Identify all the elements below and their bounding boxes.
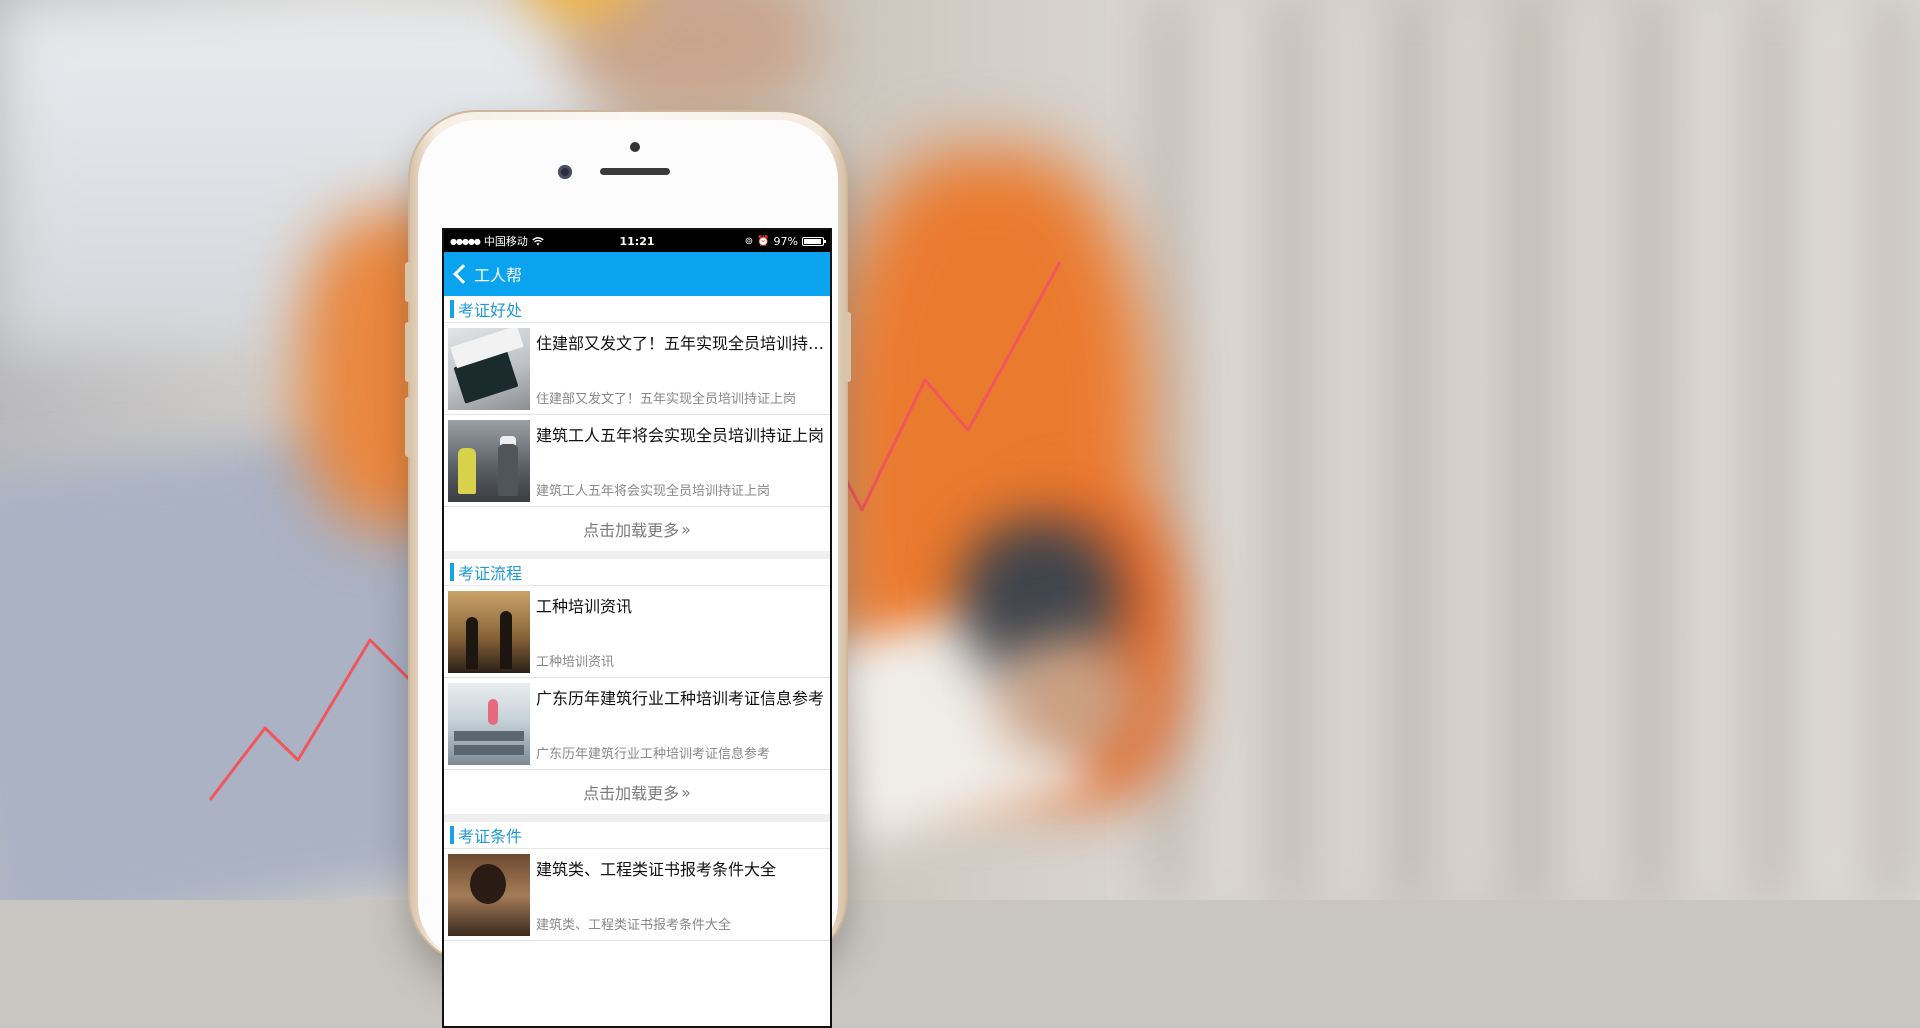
section-requirements: 考证条件 建筑类、工程类证书报考条件大全 建筑类、工程类证书报考条件大全 <box>444 822 830 941</box>
load-more-label: 点击加载更多 <box>583 521 680 540</box>
mute-switch <box>405 262 411 302</box>
nav-title: 工人帮 <box>474 266 523 285</box>
article-summary: 广东历年建筑行业工种培训考证信息参考 <box>536 747 771 762</box>
phone-front: ●●●●● 中国移动 11:21 ⊚ ⏰ 97% 工人帮 考证好处 住建部又发文… <box>418 120 838 1028</box>
section-marker <box>450 563 454 581</box>
article-summary: 建筑类、工程类证书报考条件大全 <box>536 918 732 933</box>
list-item[interactable]: 建筑类、工程类证书报考条件大全 建筑类、工程类证书报考条件大全 <box>444 849 830 941</box>
app-screen: ●●●●● 中国移动 11:21 ⊚ ⏰ 97% 工人帮 考证好处 住建部又发文… <box>442 228 832 1028</box>
earpiece-speaker <box>600 168 670 175</box>
load-more-button[interactable]: 点击加载更多» <box>444 770 830 822</box>
list-item[interactable]: 建筑工人五年将会实现全员培训持证上岗 建筑工人五年将会实现全员培训持证上岗 <box>444 415 830 507</box>
power-button <box>845 312 851 382</box>
rotation-lock-icon: ⊚ <box>744 235 754 247</box>
front-camera <box>558 165 572 179</box>
article-summary: 住建部又发文了！五年实现全员培训持证上岗 <box>536 392 797 407</box>
proximity-sensor <box>630 142 640 152</box>
double-chevron-right-icon: » <box>681 519 691 539</box>
list-item[interactable]: 住建部又发文了！五年实现全员培训持证上岗 住建部又发文了！五年实现全员培训持证上… <box>444 323 830 415</box>
load-more-label: 点击加载更多 <box>583 784 680 803</box>
section-benefits: 考证好处 住建部又发文了！五年实现全员培训持证上岗 住建部又发文了！五年实现全员… <box>444 296 830 559</box>
article-title: 建筑工人五年将会实现全员培训持证上岗 <box>536 426 825 445</box>
section-header: 考证流程 <box>444 559 830 586</box>
battery-percent: 97% <box>773 234 798 248</box>
list-item[interactable]: 广东历年建筑行业工种培训考证信息参考 广东历年建筑行业工种培训考证信息参考 <box>444 678 830 770</box>
article-title: 广东历年建筑行业工种培训考证信息参考 <box>536 689 825 708</box>
status-bar: ●●●●● 中国移动 11:21 ⊚ ⏰ 97% <box>444 230 830 252</box>
battery-icon <box>802 236 826 246</box>
article-title: 住建部又发文了！五年实现全员培训持证上岗 <box>536 334 826 353</box>
section-title: 考证流程 <box>458 564 523 583</box>
section-marker <box>450 300 454 318</box>
article-thumbnail <box>448 854 530 936</box>
article-thumbnail <box>448 591 530 673</box>
double-chevron-right-icon: » <box>681 782 691 802</box>
article-thumbnail <box>448 420 530 502</box>
article-title: 工种培训资讯 <box>536 597 633 616</box>
volume-down-button <box>405 397 411 457</box>
section-title: 考证条件 <box>458 827 523 846</box>
volume-up-button <box>405 322 411 382</box>
article-summary: 建筑工人五年将会实现全员培训持证上岗 <box>536 484 771 499</box>
article-thumbnail <box>448 328 530 410</box>
load-more-button[interactable]: 点击加载更多» <box>444 507 830 559</box>
article-title: 建筑类、工程类证书报考条件大全 <box>536 860 777 879</box>
list-item[interactable]: 工种培训资讯 工种培训资讯 <box>444 586 830 678</box>
chevron-left-icon[interactable] <box>453 264 473 284</box>
background-photo <box>0 0 1920 900</box>
article-thumbnail <box>448 683 530 765</box>
article-summary: 工种培训资讯 <box>536 655 615 670</box>
phone-mockup: ●●●●● 中国移动 11:21 ⊚ ⏰ 97% 工人帮 考证好处 住建部又发文… <box>405 112 851 1028</box>
section-marker <box>450 826 454 844</box>
section-header: 考证条件 <box>444 822 830 849</box>
alarm-icon: ⏰ <box>757 235 770 247</box>
section-header: 考证好处 <box>444 296 830 323</box>
section-title: 考证好处 <box>458 301 523 320</box>
section-process: 考证流程 工种培训资讯 工种培训资讯 广东历年建筑行业工种培训考证信息参考 广东… <box>444 559 830 822</box>
nav-bar: 工人帮 <box>444 252 830 296</box>
